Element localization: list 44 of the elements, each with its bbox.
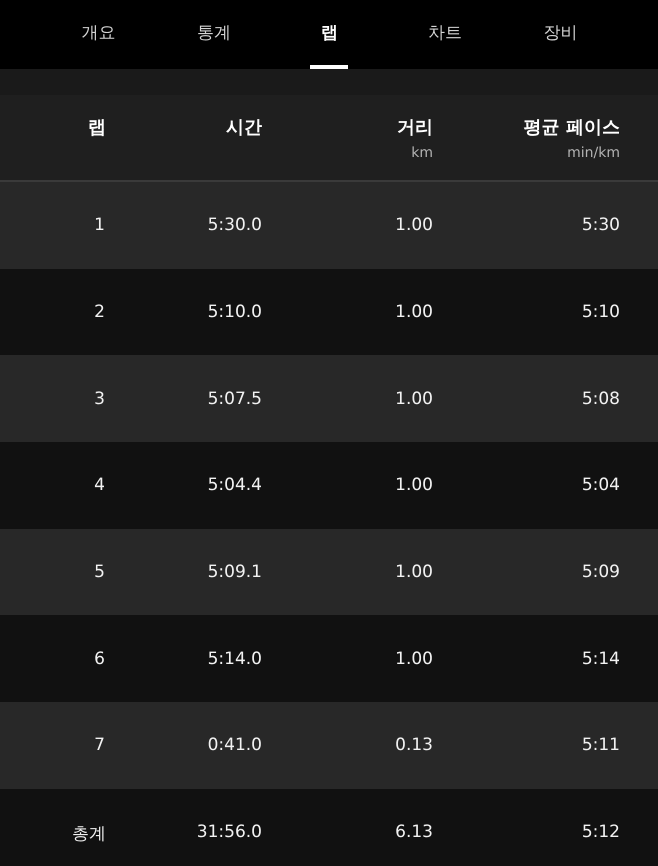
lap-number: 7 [94, 735, 106, 756]
lap-number: 5 [94, 562, 106, 582]
lap-number: 2 [94, 302, 106, 322]
lap-time: 0:41.0 [208, 735, 262, 756]
lap-time: 5:09.1 [208, 562, 262, 582]
tab[interactable]: 장비 [502, 0, 618, 69]
lap-pace: 5:30 [582, 215, 620, 236]
lap-number: 4 [94, 475, 106, 496]
lap-distance: 1.00 [395, 302, 433, 322]
lap-pace: 5:14 [582, 648, 620, 669]
lap-pace: 5:11 [582, 735, 620, 756]
lap-pace: 5:10 [582, 302, 620, 322]
lap-time: 5:07.5 [208, 388, 262, 409]
lap-distance: 1.00 [395, 648, 433, 669]
column-heading: 거리 [397, 116, 433, 139]
lap-distance: 1.00 [395, 388, 433, 409]
lap-time: 5:30.0 [208, 215, 262, 236]
column-heading: 랩 [88, 116, 106, 139]
lap-number: 6 [94, 648, 106, 669]
total-pace: 5:12 [582, 822, 620, 842]
lap-distance: 1.00 [395, 215, 433, 236]
lap-distance: 1.00 [395, 475, 433, 496]
lap-time: 5:04.4 [208, 475, 262, 496]
tab[interactable]: 통계 [156, 0, 272, 69]
column-unit: min/km [567, 145, 620, 161]
tab[interactable]: 개요 [41, 0, 156, 69]
lap-time: 5:14.0 [208, 648, 262, 669]
column-heading: 시간 [226, 116, 262, 139]
lap-pace: 5:08 [582, 388, 620, 409]
lap-number: 3 [94, 388, 106, 409]
total-distance: 6.13 [395, 822, 433, 842]
lap-time: 5:10.0 [208, 302, 262, 322]
total-label: 총계 [72, 822, 106, 845]
active-tab-indicator [310, 65, 348, 69]
lap-pace: 5:04 [582, 475, 620, 496]
lap-number: 1 [94, 215, 106, 236]
tab[interactable]: 랩 [272, 0, 388, 69]
lap-distance: 1.00 [395, 562, 433, 582]
lap-pace: 5:09 [582, 562, 620, 582]
total-time: 31:56.0 [196, 822, 262, 842]
column-unit: km [411, 145, 433, 161]
lap-distance: 0.13 [395, 735, 433, 756]
tab[interactable]: 차트 [387, 0, 503, 69]
column-heading: 평균 페이스 [524, 116, 620, 139]
